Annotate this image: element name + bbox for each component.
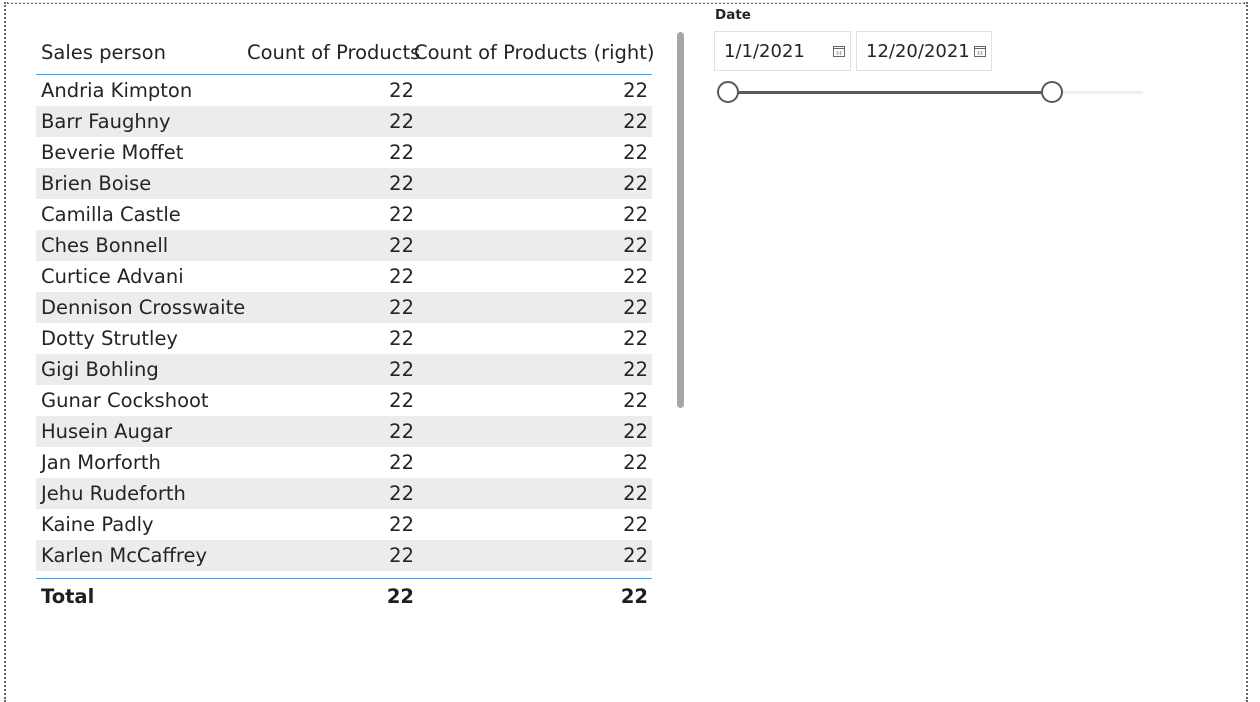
cell-count-of-products-right: 22 <box>623 513 648 536</box>
cell-count-of-products: 22 <box>389 451 414 474</box>
cell-count-of-products-right: 22 <box>623 451 648 474</box>
cell-sales-person: Andria Kimpton <box>41 79 193 102</box>
cell-sales-person: Kaine Padly <box>41 513 154 536</box>
cell-count-of-products: 22 <box>389 420 414 443</box>
cell-count-of-products-right: 22 <box>623 265 648 288</box>
end-date-value: 12/20/2021 <box>866 40 970 62</box>
cell-count-of-products-right: 22 <box>623 234 648 257</box>
cell-sales-person: Beverie Moffet <box>41 141 184 164</box>
cell-sales-person: Ches Bonnell <box>41 234 169 257</box>
cell-count-of-products-right: 22 <box>623 358 648 381</box>
cell-sales-person: Brien Boise <box>41 172 152 195</box>
table-row[interactable]: Curtice Advani 22 22 <box>36 261 652 292</box>
table-row[interactable]: Gunar Cockshoot 22 22 <box>36 385 652 416</box>
cell-count-of-products: 22 <box>389 234 414 257</box>
cell-count-of-products: 22 <box>389 79 414 102</box>
cell-count-of-products-right: 22 <box>623 327 648 350</box>
table-row[interactable]: Camilla Castle 22 22 <box>36 199 652 230</box>
cell-count-of-products-right: 22 <box>623 110 648 133</box>
table-row[interactable]: Dotty Strutley 22 22 <box>36 323 652 354</box>
cell-sales-person: Curtice Advani <box>41 265 184 288</box>
cell-count-of-products-right: 22 <box>623 544 648 567</box>
cell-count-of-products: 22 <box>389 482 414 505</box>
slider-selected-range <box>728 91 1052 94</box>
calendar-icon[interactable] <box>833 45 845 57</box>
cell-count-of-products-right: 22 <box>623 141 648 164</box>
cell-count-of-products-right: 22 <box>623 482 648 505</box>
table-header-row: Sales person Count of Products Count of … <box>36 30 655 75</box>
cell-count-of-products: 22 <box>389 141 414 164</box>
cell-sales-person: Gunar Cockshoot <box>41 389 209 412</box>
table-row[interactable]: Kaine Padly 22 22 <box>36 509 652 540</box>
slicer-title: Date <box>715 7 751 23</box>
cell-count-of-products-right: 22 <box>623 172 648 195</box>
cell-count-of-products: 22 <box>389 172 414 195</box>
column-header-sales-person[interactable]: Sales person <box>36 41 247 64</box>
cell-sales-person: Jehu Rudeforth <box>41 482 186 505</box>
column-header-count-of-products[interactable]: Count of Products <box>247 41 420 64</box>
table-row[interactable]: Jehu Rudeforth 22 22 <box>36 478 652 509</box>
date-range-slicer: Date 1/1/2021 12/20/2021 <box>714 6 1154 116</box>
table-body: Andria Kimpton 22 22 Barr Faughny 22 22 Beveri… <box>36 75 652 571</box>
cell-count-of-products-right: 22 <box>623 203 648 226</box>
table-row[interactable]: Karlen McCaffrey 22 22 <box>36 540 652 571</box>
cell-sales-person: Barr Faughny <box>41 110 171 133</box>
cell-count-of-products-right: 22 <box>623 296 648 319</box>
slider-end-handle[interactable] <box>1041 81 1063 103</box>
cell-count-of-products: 22 <box>389 296 414 319</box>
table-row[interactable]: Andria Kimpton 22 22 <box>36 75 652 106</box>
calendar-icon[interactable] <box>974 45 986 57</box>
table-total-row: Total 22 22 <box>36 578 652 613</box>
column-header-count-of-products-right[interactable]: Count of Products (right) <box>414 41 655 64</box>
table-row[interactable]: Husein Augar 22 22 <box>36 416 652 447</box>
cell-count-of-products: 22 <box>389 327 414 350</box>
cell-sales-person: Karlen McCaffrey <box>41 544 208 567</box>
table-row[interactable]: Jan Morforth 22 22 <box>36 447 652 478</box>
total-count-of-products: 22 <box>386 584 414 608</box>
cell-sales-person: Gigi Bohling <box>41 358 159 381</box>
end-date-input[interactable]: 12/20/2021 <box>856 31 992 71</box>
canvas-top-edge <box>8 2 1244 3</box>
total-count-of-products-right: 22 <box>620 584 648 608</box>
total-label: Total <box>41 584 95 608</box>
cell-count-of-products-right: 22 <box>623 420 648 443</box>
cell-sales-person: Dotty Strutley <box>41 327 178 350</box>
cell-count-of-products: 22 <box>389 358 414 381</box>
table-row[interactable]: Beverie Moffet 22 22 <box>36 137 652 168</box>
sales-table: Sales person Count of Products Count of … <box>36 30 655 613</box>
table-row[interactable]: Barr Faughny 22 22 <box>36 106 652 137</box>
table-row[interactable]: Ches Bonnell 22 22 <box>36 230 652 261</box>
table-row[interactable]: Brien Boise 22 22 <box>36 168 652 199</box>
cell-count-of-products: 22 <box>389 389 414 412</box>
cell-sales-person: Camilla Castle <box>41 203 181 226</box>
cell-sales-person: Jan Morforth <box>41 451 161 474</box>
cell-count-of-products: 22 <box>389 544 414 567</box>
sales-table-visual: Sales person Count of Products Count of … <box>36 30 655 613</box>
cell-sales-person: Husein Augar <box>41 420 173 443</box>
cell-count-of-products: 22 <box>389 265 414 288</box>
start-date-input[interactable]: 1/1/2021 <box>714 31 851 71</box>
start-date-value: 1/1/2021 <box>724 40 805 62</box>
table-vertical-scrollbar[interactable] <box>677 32 684 408</box>
cell-count-of-products: 22 <box>389 203 414 226</box>
cell-sales-person: Dennison Crosswaite <box>41 296 246 319</box>
table-row[interactable]: Dennison Crosswaite 22 22 <box>36 292 652 323</box>
cell-count-of-products-right: 22 <box>623 79 648 102</box>
table-row[interactable]: Gigi Bohling 22 22 <box>36 354 652 385</box>
cell-count-of-products: 22 <box>389 513 414 536</box>
slider-start-handle[interactable] <box>717 81 739 103</box>
cell-count-of-products-right: 22 <box>623 389 648 412</box>
cell-count-of-products: 22 <box>389 110 414 133</box>
